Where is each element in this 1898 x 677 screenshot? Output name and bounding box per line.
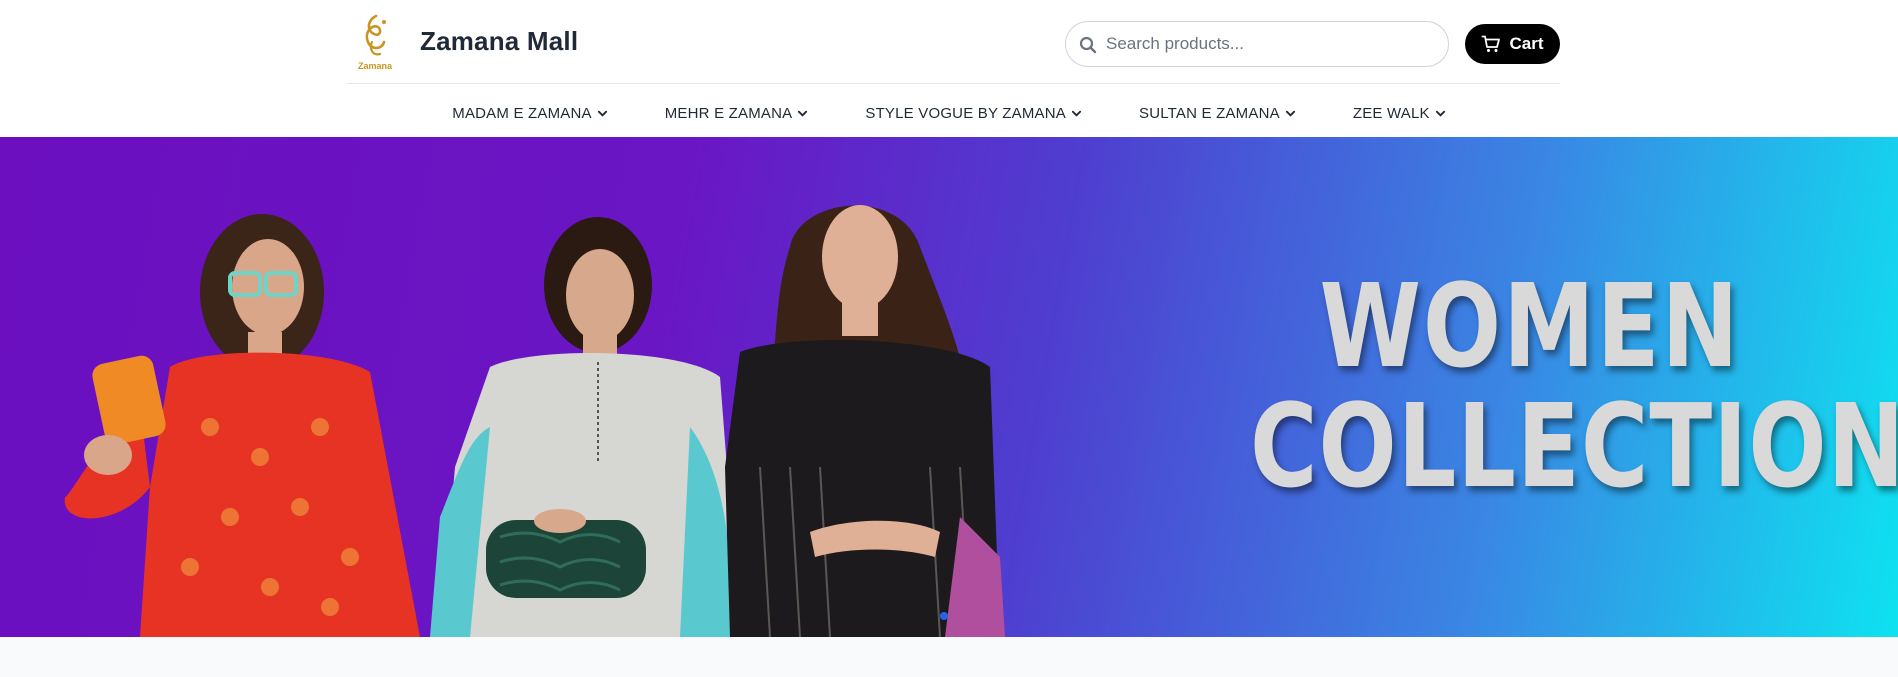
nav-item-label: STYLE VOGUE BY ZAMANA — [865, 104, 1067, 122]
cart-button[interactable]: Cart — [1465, 24, 1560, 64]
chevron-down-icon — [1285, 110, 1295, 117]
content-section-top — [0, 637, 1898, 677]
hero-banner[interactable]: WOMEN COLLECTION — [0, 137, 1898, 637]
search-bar[interactable] — [1065, 21, 1449, 67]
model-black-outfit — [725, 205, 1005, 637]
chevron-down-icon — [1435, 110, 1445, 117]
chevron-down-icon — [1071, 110, 1082, 117]
header-bar: Zamana Zamana Mall Cart — [346, 0, 1560, 84]
nav-item-label: MADAM E ZAMANA — [452, 104, 592, 122]
model-white-outfit — [430, 217, 740, 637]
hero-heading: WOMEN COLLECTION — [1250, 259, 1898, 514]
slider-indicator-dot[interactable] — [940, 612, 948, 620]
chevron-down-icon — [798, 110, 808, 117]
nav-item-label: MEHR E ZAMANA — [664, 104, 793, 122]
chevron-down-icon — [597, 110, 607, 117]
hero-heading-line1: WOMEN — [1319, 259, 1741, 394]
main-nav: MADAM E ZAMANA MEHR E ZAMANA STYLE VOGUE… — [0, 98, 1898, 128]
nav-item-mehr-e-zamana[interactable]: MEHR E ZAMANA — [665, 98, 809, 128]
search-input[interactable] — [1106, 22, 1436, 66]
brand-name[interactable]: Zamana Mall — [420, 26, 578, 57]
search-icon — [1079, 36, 1097, 54]
nav-item-label: SULTAN E ZAMANA — [1139, 104, 1280, 122]
site-header: Zamana Zamana Mall Cart MADAM E ZAMANA M… — [0, 0, 1898, 137]
brand-logo[interactable]: Zamana — [354, 12, 396, 72]
cart-icon — [1482, 35, 1501, 52]
nav-item-sultan-e-zamana[interactable]: SULTAN E ZAMANA — [1139, 98, 1296, 128]
nav-item-zee-walk[interactable]: ZEE WALK — [1353, 98, 1446, 128]
nav-item-madam-e-zamana[interactable]: MADAM E ZAMANA — [452, 98, 607, 128]
logo-text: Zamana — [358, 61, 393, 71]
cart-label: Cart — [1509, 34, 1544, 53]
model-red-outfit — [64, 214, 420, 637]
nav-item-label: ZEE WALK — [1352, 104, 1430, 122]
nav-item-style-vogue-by-zamana[interactable]: STYLE VOGUE BY ZAMANA — [865, 98, 1082, 128]
hero-heading-line2: COLLECTION — [1250, 379, 1898, 514]
